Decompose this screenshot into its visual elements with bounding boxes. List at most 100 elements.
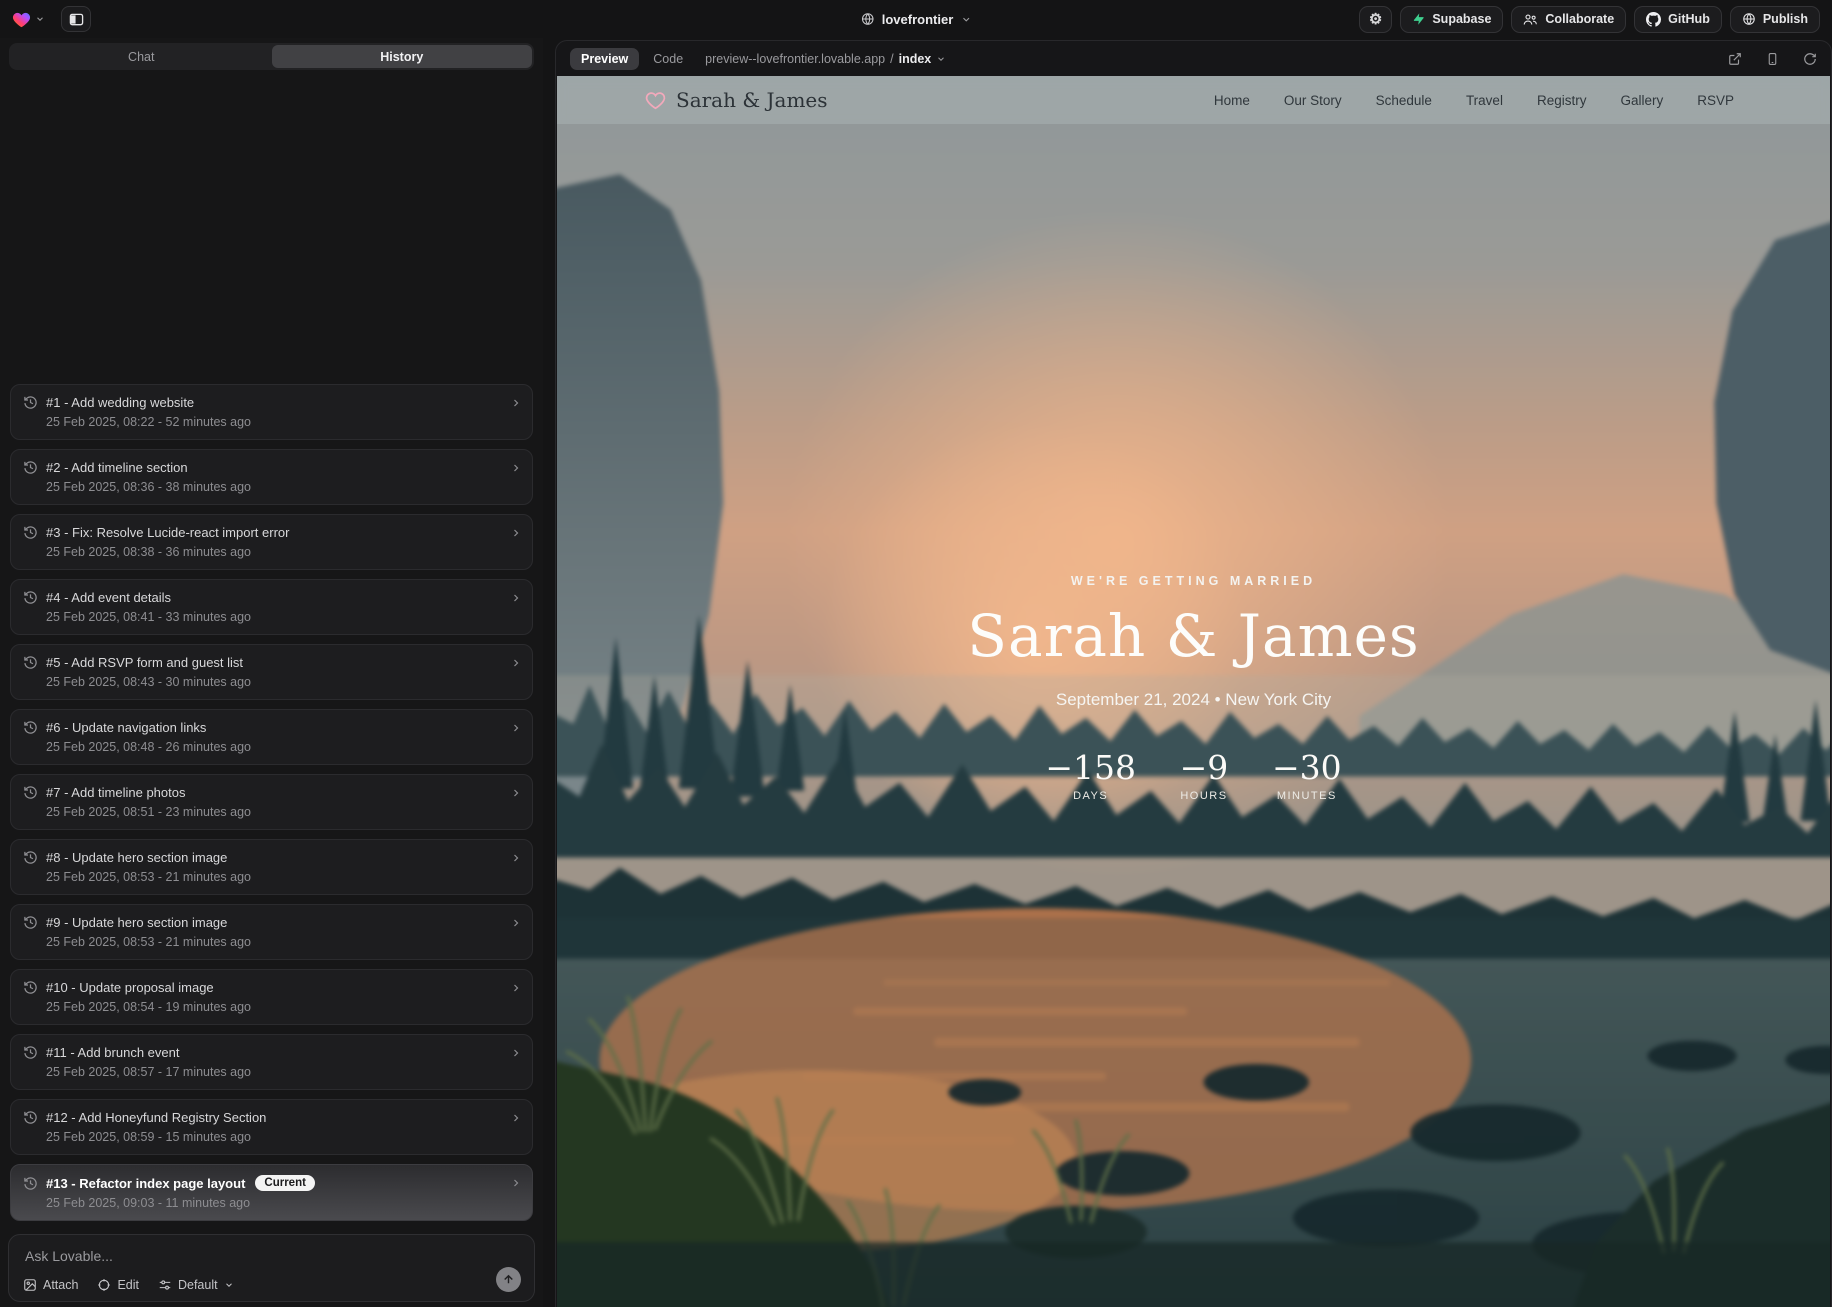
project-selector[interactable]: lovefrontier xyxy=(861,0,972,38)
history-item[interactable]: #7 - Add timeline photos 25 Feb 2025, 08… xyxy=(10,774,533,830)
history-icon xyxy=(23,915,38,930)
history-item-title: #3 - Fix: Resolve Lucide-react import er… xyxy=(46,525,289,540)
top-bar: lovefrontier ⚙ Supabase Collaborate xyxy=(0,0,1832,38)
nav-link-rsvp[interactable]: RSVP xyxy=(1697,93,1734,108)
history-item-title: #10 - Update proposal image xyxy=(46,980,214,995)
tab-history[interactable]: History xyxy=(272,45,533,68)
preview-url[interactable]: preview--lovefrontier.lovable.app / inde… xyxy=(705,52,946,66)
hero-section: WE'RE GETTING MARRIED Sarah & James Sept… xyxy=(744,574,1644,802)
ask-lovable-input[interactable] xyxy=(9,1235,534,1264)
history-item-timestamp: 25 Feb 2025, 08:51 - 23 minutes ago xyxy=(46,805,502,819)
history-item[interactable]: #13 - Refactor index page layout Current… xyxy=(10,1164,533,1221)
refresh-icon[interactable] xyxy=(1803,52,1817,66)
sidebar-tabs: Chat History xyxy=(9,43,534,70)
lovable-heart-icon xyxy=(12,11,31,28)
arrow-up-icon xyxy=(502,1273,515,1286)
lovable-logo-menu[interactable] xyxy=(12,11,45,28)
history-item-timestamp: 25 Feb 2025, 09:03 - 11 minutes ago xyxy=(46,1196,502,1210)
tab-chat[interactable]: Chat xyxy=(11,45,272,68)
history-item-title: #13 - Refactor index page layout xyxy=(46,1176,245,1191)
history-item-title: #6 - Update navigation links xyxy=(46,720,206,735)
send-button[interactable] xyxy=(496,1267,521,1292)
history-icon xyxy=(23,1176,38,1191)
history-item-timestamp: 25 Feb 2025, 08:43 - 30 minutes ago xyxy=(46,675,502,689)
nav-link-registry[interactable]: Registry xyxy=(1537,93,1587,108)
countdown-hours: −9HOURS xyxy=(1172,748,1236,802)
chevron-right-icon xyxy=(510,462,522,474)
history-item[interactable]: #8 - Update hero section image 25 Feb 20… xyxy=(10,839,533,895)
mobile-view-icon[interactable] xyxy=(1766,52,1779,66)
preview-panel: Preview Code preview--lovefrontier.lovab… xyxy=(555,40,1832,1307)
collaborate-button[interactable]: Collaborate xyxy=(1511,6,1626,33)
chevron-right-icon xyxy=(510,722,522,734)
globe-icon xyxy=(861,12,875,26)
history-item-title: #2 - Add timeline section xyxy=(46,460,188,475)
countdown-minutes: −30MINUTES xyxy=(1272,748,1342,802)
chevron-right-icon xyxy=(510,1177,522,1189)
supabase-button[interactable]: Supabase xyxy=(1400,6,1503,33)
history-item[interactable]: #4 - Add event details 25 Feb 2025, 08:4… xyxy=(10,579,533,635)
settings-button[interactable]: ⚙ xyxy=(1359,6,1392,33)
chevron-right-icon xyxy=(510,1047,522,1059)
hero-eyebrow: WE'RE GETTING MARRIED xyxy=(744,574,1644,588)
edit-label: Edit xyxy=(117,1278,139,1292)
countdown-value: −9 xyxy=(1172,748,1236,787)
edit-button[interactable]: Edit xyxy=(97,1278,139,1292)
history-item-timestamp: 25 Feb 2025, 08:59 - 15 minutes ago xyxy=(46,1130,502,1144)
preview-url-page: index xyxy=(899,52,932,66)
project-name: lovefrontier xyxy=(882,12,954,27)
site-nav: Home Our Story Schedule Travel Registry Galle… xyxy=(1214,93,1734,108)
chevron-right-icon xyxy=(510,397,522,409)
nav-link-gallery[interactable]: Gallery xyxy=(1620,93,1663,108)
attach-button[interactable]: Attach xyxy=(23,1278,78,1292)
history-list: #1 - Add wedding website 25 Feb 2025, 08… xyxy=(0,108,543,1221)
supabase-label: Supabase xyxy=(1432,12,1491,26)
history-item[interactable]: #10 - Update proposal image 25 Feb 2025,… xyxy=(10,969,533,1025)
history-item-timestamp: 25 Feb 2025, 08:57 - 17 minutes ago xyxy=(46,1065,502,1079)
people-icon xyxy=(1523,13,1538,26)
history-item-timestamp: 25 Feb 2025, 08:36 - 38 minutes ago xyxy=(46,480,502,494)
hero-date-location: September 21, 2024 • New York City xyxy=(744,690,1644,710)
history-item-title: #5 - Add RSVP form and guest list xyxy=(46,655,243,670)
publish-button[interactable]: Publish xyxy=(1730,6,1820,33)
chevron-right-icon xyxy=(510,592,522,604)
chevron-down-icon xyxy=(960,14,971,25)
history-item-timestamp: 25 Feb 2025, 08:48 - 26 minutes ago xyxy=(46,740,502,754)
history-item[interactable]: #9 - Update hero section image 25 Feb 20… xyxy=(10,904,533,960)
history-item[interactable]: #3 - Fix: Resolve Lucide-react import er… xyxy=(10,514,533,570)
collaborate-label: Collaborate xyxy=(1545,12,1614,26)
nav-link-home[interactable]: Home xyxy=(1214,93,1250,108)
tab-preview[interactable]: Preview xyxy=(570,48,639,70)
history-item[interactable]: #2 - Add timeline section 25 Feb 2025, 0… xyxy=(10,449,533,505)
toggle-sidebar-button[interactable] xyxy=(61,6,91,32)
history-icon xyxy=(23,980,38,995)
gear-icon: ⚙ xyxy=(1369,12,1382,27)
chevron-right-icon xyxy=(510,527,522,539)
nav-link-schedule[interactable]: Schedule xyxy=(1376,93,1432,108)
site-header: Sarah & James Home Our Story Schedule Trave… xyxy=(557,76,1830,124)
github-button[interactable]: GitHub xyxy=(1634,6,1722,33)
history-item[interactable]: #5 - Add RSVP form and guest list 25 Feb… xyxy=(10,644,533,700)
history-item[interactable]: #6 - Update navigation links 25 Feb 2025… xyxy=(10,709,533,765)
history-item[interactable]: #11 - Add brunch event 25 Feb 2025, 08:5… xyxy=(10,1034,533,1090)
history-item[interactable]: #12 - Add Honeyfund Registry Section 25 … xyxy=(10,1099,533,1155)
history-item-title: #8 - Update hero section image xyxy=(46,850,227,865)
chat-mode-selector[interactable]: Default xyxy=(158,1278,234,1292)
site-logo-text: Sarah & James xyxy=(676,88,828,112)
nav-link-our-story[interactable]: Our Story xyxy=(1284,93,1342,108)
history-item-timestamp: 25 Feb 2025, 08:22 - 52 minutes ago xyxy=(46,415,502,429)
chevron-right-icon xyxy=(510,917,522,929)
site-logo[interactable]: Sarah & James xyxy=(645,88,828,112)
history-item[interactable]: #1 - Add wedding website 25 Feb 2025, 08… xyxy=(10,384,533,440)
nav-link-travel[interactable]: Travel xyxy=(1466,93,1503,108)
open-in-new-window-icon[interactable] xyxy=(1728,52,1742,66)
history-item-timestamp: 25 Feb 2025, 08:54 - 19 minutes ago xyxy=(46,1000,502,1014)
history-icon xyxy=(23,395,38,410)
chevron-down-icon xyxy=(224,1280,234,1290)
history-item-timestamp: 25 Feb 2025, 08:41 - 33 minutes ago xyxy=(46,610,502,624)
heart-icon xyxy=(645,91,666,110)
history-icon xyxy=(23,655,38,670)
globe-icon xyxy=(1742,12,1756,26)
tab-code[interactable]: Code xyxy=(653,52,683,66)
publish-label: Publish xyxy=(1763,12,1808,26)
